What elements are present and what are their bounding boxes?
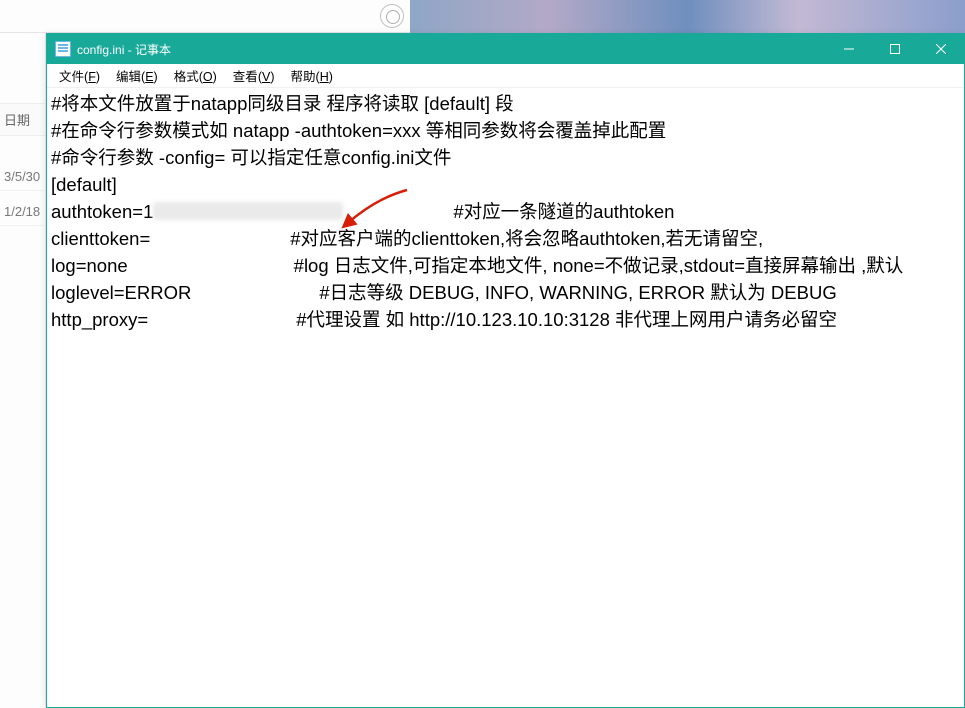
background-row: 3/5/30 xyxy=(0,163,45,191)
text-line: authtoken=1#对应一条隧道的authtoken xyxy=(51,198,960,225)
close-button[interactable] xyxy=(918,34,964,64)
text-line: [default] xyxy=(51,171,960,198)
menubar: 文件(F) 编辑(E) 格式(O) 查看(V) 帮助(H) xyxy=(47,64,964,88)
window-title: config.ini - 记事本 xyxy=(77,41,171,58)
notepad-window: config.ini - 记事本 文件(F) 编辑(E) 格式(O) 查看(V)… xyxy=(46,33,965,708)
refresh-icon xyxy=(380,4,404,28)
menu-edit[interactable]: 编辑(E) xyxy=(108,64,166,87)
text-line: #将本文件放置于natapp同级目录 程序将读取 [default] 段 xyxy=(51,90,960,117)
background-panel: 日期 3/5/30 1/2/18 xyxy=(0,33,46,708)
menu-help[interactable]: 帮助(H) xyxy=(283,64,341,87)
menu-file[interactable]: 文件(F) xyxy=(51,64,108,87)
text-line: #命令行参数 -config= 可以指定任意config.ini文件 xyxy=(51,144,960,171)
text-line: log=none#log 日志文件,可指定本地文件, none=不做记录,std… xyxy=(51,252,960,279)
redacted-token xyxy=(153,202,343,220)
titlebar[interactable]: config.ini - 记事本 xyxy=(47,34,964,64)
text-line: http_proxy=#代理设置 如 http://10.123.10.10:3… xyxy=(51,306,960,333)
text-line: clienttoken=#对应客户端的clienttoken,将会忽略autht… xyxy=(51,225,960,252)
background-row: 1/2/18 xyxy=(0,198,45,226)
text-line: #在命令行参数模式如 natapp -authtoken=xxx 等相同参数将会… xyxy=(51,117,960,144)
maximize-button[interactable] xyxy=(872,34,918,64)
minimize-button[interactable] xyxy=(826,34,872,64)
text-line: loglevel=ERROR#日志等级 DEBUG, INFO, WARNING… xyxy=(51,279,960,306)
background-image xyxy=(410,0,965,33)
text-editor[interactable]: #将本文件放置于natapp同级目录 程序将读取 [default] 段 #在命… xyxy=(47,88,964,707)
notepad-icon xyxy=(55,41,71,57)
background-column-header: 日期 xyxy=(0,103,45,136)
menu-view[interactable]: 查看(V) xyxy=(225,64,283,87)
menu-format[interactable]: 格式(O) xyxy=(166,64,225,87)
